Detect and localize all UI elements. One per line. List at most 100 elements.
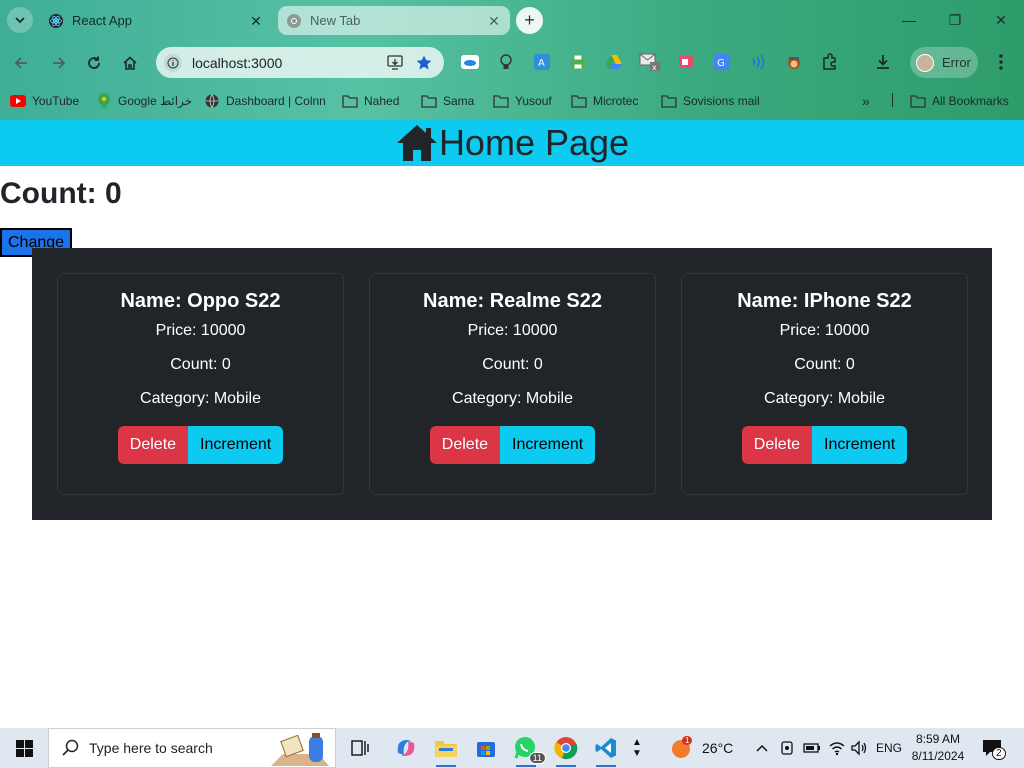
tab-new-tab[interactable]: New Tab ✕ <box>278 6 510 35</box>
bookmarks-bar: YouTube Google خرائط Dashboard | Colnn N… <box>0 88 1024 112</box>
taskbar-search[interactable]: Type here to search <box>48 728 336 768</box>
products-container: Name: Oppo S22 Price: 10000 Count: 0 Cat… <box>32 248 992 520</box>
puzzle-extensions-icon[interactable] <box>819 51 841 73</box>
delete-button[interactable]: Delete <box>741 426 813 464</box>
tab-title: New Tab <box>310 13 361 28</box>
search-icon <box>62 739 79 756</box>
volume-icon[interactable] <box>850 728 868 768</box>
chrome-button[interactable] <box>548 732 584 767</box>
tab-search-button[interactable] <box>7 7 33 33</box>
printer-extension-icon[interactable] <box>567 51 589 73</box>
chrome-icon <box>286 13 302 29</box>
bookmark-youtube[interactable]: YouTube <box>10 91 79 111</box>
product-category: Category: Mobile <box>140 390 261 407</box>
install-app-icon[interactable] <box>384 51 408 75</box>
google-drive-icon[interactable] <box>603 51 625 73</box>
site-info-icon[interactable] <box>164 53 182 72</box>
show-hidden-icons-button[interactable] <box>755 728 769 768</box>
increment-button[interactable]: Increment <box>812 426 908 464</box>
whatsapp-badge: 11 <box>528 752 546 764</box>
notification-center-button[interactable]: 2 <box>982 728 1006 768</box>
product-actions: Delete Increment <box>370 426 655 464</box>
start-button[interactable] <box>0 728 48 768</box>
bookmark-label: Yusouf <box>515 94 552 108</box>
vscode-button[interactable] <box>588 732 624 767</box>
profile-button[interactable]: Error <box>910 47 978 78</box>
product-category: Category: Mobile <box>764 390 885 407</box>
chevron-up-icon <box>756 744 768 752</box>
folder-icon <box>342 93 358 109</box>
translate-extension-icon[interactable]: A <box>531 51 553 73</box>
address-bar[interactable]: localhost:3000 <box>156 47 444 78</box>
arrow-right-icon <box>53 57 66 69</box>
bookmark-google-maps[interactable]: Google خرائط <box>96 91 192 111</box>
windows-taskbar: Type here to search 11 ▲ ▼ 1 26°C ENG 8:5… <box>0 728 1024 768</box>
store-icon <box>477 742 495 757</box>
increment-button[interactable]: Increment <box>188 426 284 464</box>
vscode-icon <box>595 738 616 758</box>
file-explorer-button[interactable] <box>428 732 464 767</box>
bookmark-folder-microtec[interactable]: Microtec <box>571 91 638 111</box>
delete-button[interactable]: Delete <box>117 426 189 464</box>
clock-time: 8:59 AM <box>915 732 961 746</box>
task-view-button[interactable] <box>342 732 378 764</box>
bookmark-folder-sama[interactable]: Sama <box>421 91 474 111</box>
windows-logo-icon <box>15 739 33 757</box>
profile-label: Error <box>942 55 971 70</box>
microsoft-store-button[interactable] <box>468 732 504 764</box>
new-tab-button[interactable]: + <box>516 7 543 34</box>
tab-react-app[interactable]: React App ✕ <box>40 6 272 35</box>
onedrive-extension-icon[interactable] <box>459 51 481 73</box>
monkey-extension-icon[interactable] <box>783 51 805 73</box>
weather-temperature: 26°C <box>702 740 734 756</box>
whatsapp-button[interactable]: 11 <box>508 732 546 767</box>
lightbulb-extension-icon[interactable] <box>495 51 517 73</box>
chevron-double-right-icon: » <box>862 93 870 109</box>
product-price: Price: 10000 <box>467 322 558 339</box>
mail-extension-icon[interactable]: x <box>639 51 661 73</box>
bookmark-star-icon[interactable] <box>412 51 436 75</box>
restore-button[interactable]: ❐ <box>932 0 978 40</box>
back-button[interactable] <box>9 50 35 76</box>
bookmark-folder-yusouf[interactable]: Yusouf <box>493 91 552 111</box>
bookmark-label: Sovisions mail <box>683 94 760 108</box>
close-window-button[interactable]: ✕ <box>978 0 1024 40</box>
google-translate-icon[interactable]: G <box>711 51 733 73</box>
clock[interactable]: 8:59 AM 8/11/2024 <box>900 731 976 765</box>
meet-now-icon[interactable] <box>780 728 796 768</box>
chrome-icon <box>554 737 578 760</box>
home-button[interactable] <box>117 50 143 76</box>
all-bookmarks-button[interactable]: All Bookmarks <box>910 91 1009 111</box>
product-count: Count: 0 <box>170 356 231 373</box>
forward-button[interactable] <box>45 50 71 76</box>
window-extension-icon[interactable] <box>675 51 697 73</box>
folder-icon <box>571 93 587 109</box>
menu-kebab-icon[interactable] <box>990 51 1012 73</box>
sound-extension-icon[interactable] <box>747 51 769 73</box>
bookmark-label: All Bookmarks <box>932 94 1009 108</box>
copilot-button[interactable] <box>388 732 424 764</box>
download-icon[interactable] <box>872 51 894 73</box>
folder-icon <box>910 93 926 109</box>
delete-button[interactable]: Delete <box>429 426 501 464</box>
folder-icon <box>661 93 677 109</box>
bookmark-folder-sovisions[interactable]: Sovisions mail <box>661 91 760 111</box>
close-icon[interactable]: ✕ <box>248 13 264 29</box>
tray-scroll-arrows[interactable]: ▲ ▼ <box>632 728 642 768</box>
close-icon[interactable]: ✕ <box>486 13 502 29</box>
increment-button[interactable]: Increment <box>500 426 596 464</box>
svg-text:G: G <box>717 58 725 69</box>
product-name: Name: IPhone S22 <box>737 290 912 312</box>
battery-icon[interactable] <box>803 728 821 768</box>
minimize-button[interactable]: — <box>886 0 932 40</box>
bookmark-dashboard[interactable]: Dashboard | Colnn <box>204 91 326 111</box>
weather-widget[interactable]: 1 26°C <box>670 728 733 768</box>
arrow-left-icon <box>14 57 27 69</box>
count-heading: Count: 0 <box>0 177 122 210</box>
language-indicator[interactable]: ENG <box>876 728 902 768</box>
reload-button[interactable] <box>81 50 107 76</box>
bookmarks-overflow-button[interactable]: » <box>862 91 870 111</box>
wifi-icon[interactable] <box>828 728 846 768</box>
bookmark-folder-nahed[interactable]: Nahed <box>342 91 399 111</box>
product-count: Count: 0 <box>482 356 543 373</box>
